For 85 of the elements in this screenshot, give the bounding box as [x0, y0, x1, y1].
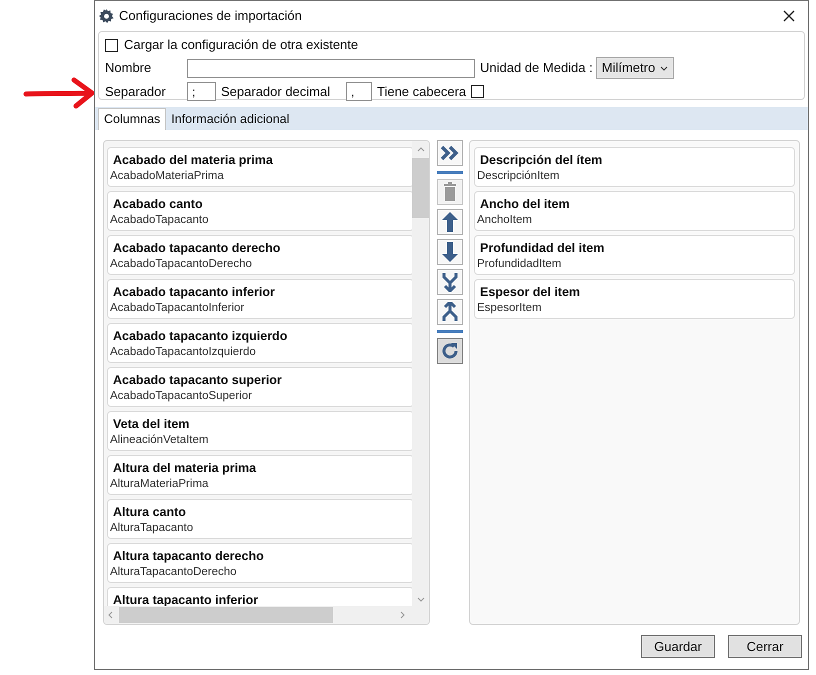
column-item[interactable]: Altura canto AlturaTapacanto — [107, 499, 414, 539]
field-label: Unidad de Medida : — [480, 59, 593, 78]
column-title: Altura canto — [112, 504, 187, 520]
checkbox-label: Cargar la configuración de otra existente — [124, 36, 358, 54]
tool-button[interactable] — [436, 209, 462, 235]
arrow-up-icon — [442, 212, 458, 232]
column-field: AlturaTapacantoDerecho — [110, 564, 413, 580]
column-title: Ancho del item — [479, 196, 571, 212]
column-item[interactable]: Acabado tapacanto izquierdo AcabadoTapacantoIzquierdo — [107, 323, 414, 363]
vertical-scrollbar[interactable] — [412, 141, 429, 606]
column-title: Altura tapacanto inferior — [112, 592, 260, 606]
column-title: Descripción del ítem — [479, 152, 604, 168]
refresh-icon — [440, 342, 458, 360]
checkbox-label: Tiene cabecera — [377, 83, 466, 101]
column-field: AcabadoTapacanto — [110, 212, 413, 228]
field-label: Separador — [105, 83, 167, 101]
scroll-down-icon — [416, 597, 424, 602]
close-icon — [783, 10, 795, 22]
gear-icon — [99, 8, 114, 24]
column-field: AcabadoTapacantoSuperior — [110, 388, 413, 404]
column-item[interactable]: Acabado tapacanto inferior AcabadoTapacantoInferior — [107, 279, 414, 319]
tool-button[interactable] — [436, 140, 462, 166]
split-icon — [440, 302, 458, 322]
scroll-up-icon — [416, 147, 424, 152]
column-field: EspesorItem — [477, 300, 794, 316]
column-item[interactable]: Altura tapacanto inferior — [107, 587, 414, 606]
merge-icon — [440, 272, 458, 292]
column-title: Acabado tapacanto derecho — [112, 240, 282, 256]
column-item[interactable]: Acabado tapacanto superior AcabadoTapacantoSuperior — [107, 367, 414, 407]
column-field: ProfundidadItem — [477, 256, 794, 272]
column-title: Acabado del materia prima — [112, 152, 274, 168]
column-field: AcabadoTapacantoDerecho — [110, 256, 413, 272]
arrow-down-icon — [442, 242, 458, 262]
tool-button[interactable] — [436, 239, 462, 265]
checkbox[interactable] — [105, 38, 118, 52]
column-item[interactable]: Acabado canto AcabadoTapacanto — [107, 191, 414, 231]
trash-icon — [442, 182, 456, 202]
dialog-button[interactable]: Guardar — [641, 635, 715, 658]
column-title: Acabado tapacanto inferior — [112, 284, 276, 300]
column-item[interactable]: Espesor del item EspesorItem — [474, 279, 795, 319]
column-item[interactable]: Acabado del materia prima AcabadoMateriaPrima — [107, 147, 414, 187]
column-item[interactable]: Veta del item AlineaciónVetaItem — [107, 411, 414, 451]
scroll-left-icon — [108, 611, 113, 619]
column-item[interactable]: Ancho del item AnchoItem — [474, 191, 795, 231]
scroll-thumb[interactable] — [119, 607, 333, 623]
column-item[interactable]: Altura tapacanto derecho AlturaTapacantoDerecho — [107, 543, 414, 583]
horizontal-scrollbar[interactable] — [104, 606, 429, 624]
column-item[interactable]: Altura del materia prima AlturaMateriaPrima — [107, 455, 414, 495]
decimal-separator-field[interactable]: , — [346, 82, 372, 102]
column-field: AnchoItem — [477, 212, 794, 228]
chevron-down-icon — [660, 66, 668, 70]
column-field: AlturaTapacanto — [110, 520, 413, 536]
unit-dropdown[interactable]: Milímetro — [596, 57, 674, 79]
column-field: DescripciónItem — [477, 168, 794, 184]
column-item[interactable]: Acabado tapacanto derecho AcabadoTapacantoDerecho — [107, 235, 414, 275]
field-label: Nombre — [105, 59, 152, 78]
column-title: Profundidad del item — [479, 240, 606, 256]
checkbox[interactable] — [471, 85, 484, 98]
window-title: Configuraciones de importación — [119, 7, 303, 26]
scroll-right-icon — [400, 611, 405, 619]
tool-button[interactable] — [436, 299, 462, 325]
field-label: Separador decimal — [221, 83, 332, 101]
column-title: Acabado tapacanto superior — [112, 372, 283, 388]
column-title: Veta del item — [112, 416, 190, 432]
column-field: AcabadoMateriaPrima — [110, 168, 413, 184]
column-field: AlineaciónVetaItem — [110, 432, 413, 448]
column-item[interactable]: Profundidad del item ProfundidadItem — [474, 235, 795, 275]
dialog-button[interactable]: Cerrar — [728, 635, 802, 658]
column-field: AcabadoTapacantoInferior — [110, 300, 413, 316]
column-item[interactable]: Descripción del ítem DescripciónItem — [474, 147, 795, 187]
column-title: Espesor del item — [479, 284, 582, 300]
column-title: Acabado tapacanto izquierdo — [112, 328, 288, 344]
tab[interactable]: Columnas — [98, 108, 166, 130]
column-field: AcabadoTapacantoIzquierdo — [110, 344, 413, 360]
column-title: Altura del materia prima — [112, 460, 258, 476]
tab[interactable]: Información adicional — [166, 108, 294, 130]
column-field: AlturaMateriaPrima — [110, 476, 413, 492]
column-title: Acabado canto — [112, 196, 204, 212]
double-chevron-icon — [440, 145, 460, 161]
tool-button[interactable] — [436, 338, 462, 364]
name-field[interactable] — [187, 58, 475, 78]
column-title: Altura tapacanto derecho — [112, 548, 265, 564]
scroll-thumb[interactable] — [412, 158, 429, 218]
separator-field[interactable]: ; — [187, 82, 216, 102]
tool-button[interactable] — [436, 269, 462, 295]
